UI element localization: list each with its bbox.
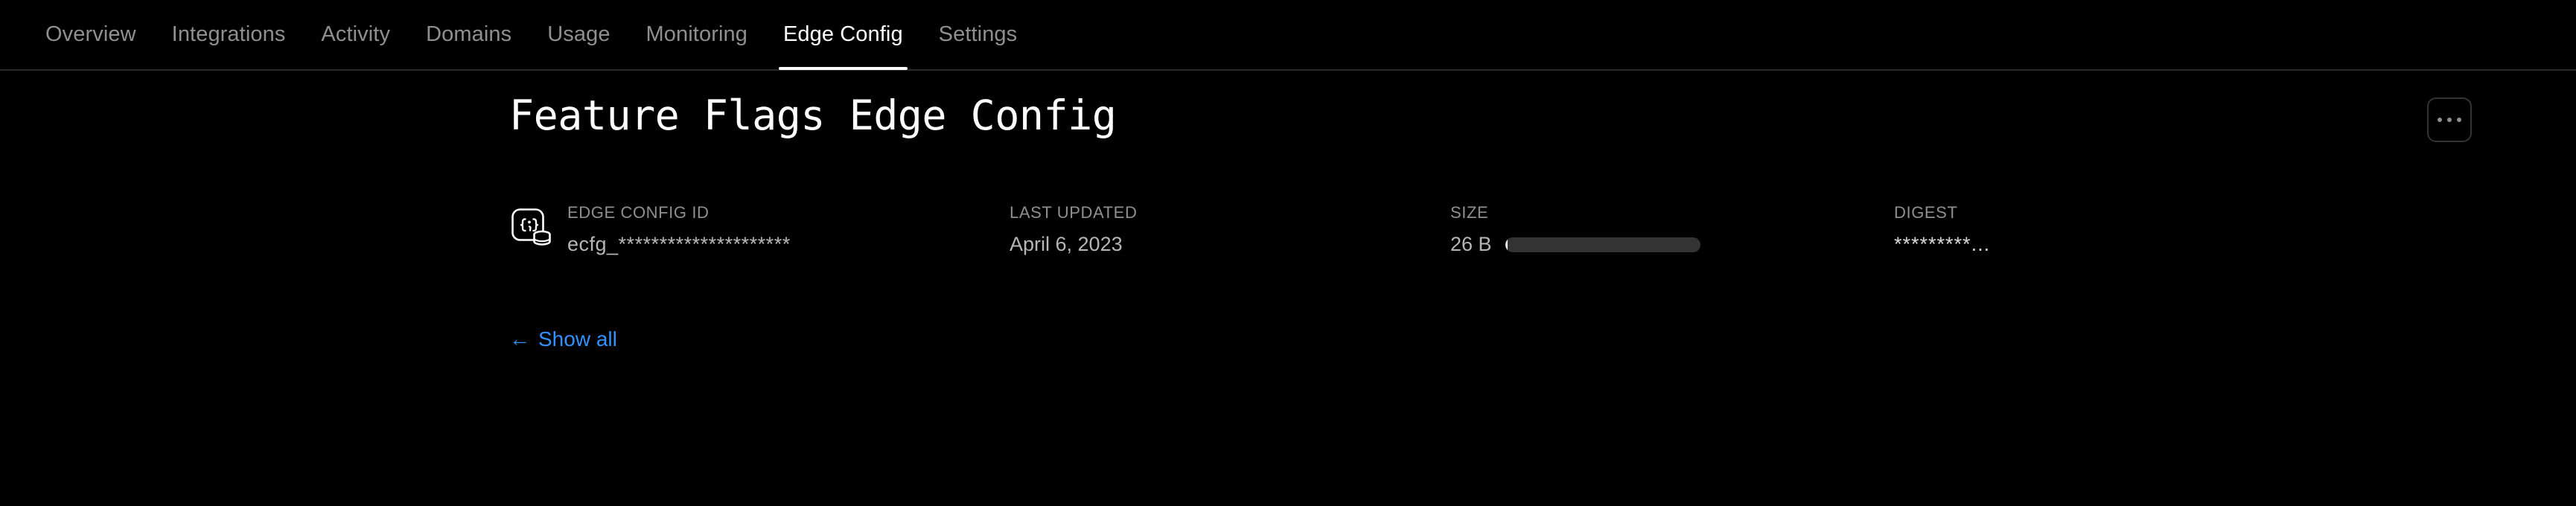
size-progress-fill [1505, 237, 1508, 252]
nav-tab-label: Integrations [171, 22, 286, 46]
ellipsis-icon [2438, 118, 2442, 122]
meta-size: SIZE 26 B [1450, 205, 1894, 254]
edge-config-detail-page: Feature Flags Edge Config EDGE CONFIG ID… [0, 71, 2576, 350]
meta-value-digest: *********... [1894, 233, 1991, 255]
meta-digest: DIGEST *********... [1894, 205, 2266, 254]
size-usage-row: 26 B [1450, 234, 1700, 254]
edge-config-metadata: EDGE CONFIG ID ecfg_********************… [509, 205, 2472, 254]
meta-value-edge-config-id: ecfg_********************* [567, 233, 791, 255]
nav-tab-monitoring[interactable]: Monitoring [628, 0, 765, 70]
page-title: Feature Flags Edge Config [509, 92, 1117, 139]
nav-tab-activity[interactable]: Activity [303, 0, 408, 70]
page-header: Feature Flags Edge Config [509, 71, 2472, 160]
meta-last-updated: LAST UPDATED April 6, 2023 [1010, 205, 1450, 254]
meta-value-size: 26 B [1450, 233, 1492, 255]
meta-value-last-updated: April 6, 2023 [1010, 233, 1123, 255]
nav-tab-integrations[interactable]: Integrations [154, 0, 304, 70]
meta-text-block: SIZE 26 B [1450, 205, 1700, 254]
nav-tab-label: Domains [426, 22, 512, 46]
nav-tab-label: Usage [547, 22, 610, 46]
meta-text-block: LAST UPDATED April 6, 2023 [1010, 205, 1137, 254]
nav-tab-settings[interactable]: Settings [921, 0, 1036, 70]
ellipsis-icon [2447, 118, 2452, 122]
meta-label-digest: DIGEST [1894, 203, 1958, 222]
meta-edge-config-id: EDGE CONFIG ID ecfg_********************… [509, 205, 1010, 254]
size-progress-bar [1505, 237, 1700, 252]
show-all-label: Show all [538, 327, 617, 350]
arrow-left-icon: ← [509, 327, 530, 350]
nav-tab-list: Overview Integrations Activity Domains U… [28, 0, 1035, 70]
meta-text-block: DIGEST *********... [1894, 205, 1990, 254]
meta-label-size: SIZE [1450, 203, 1489, 222]
nav-tab-usage[interactable]: Usage [529, 0, 628, 70]
nav-tab-overview[interactable]: Overview [28, 0, 154, 70]
footer-actions: ← Show all [509, 329, 2472, 350]
more-options-button[interactable] [2427, 97, 2472, 142]
show-all-link[interactable]: ← Show all [509, 329, 617, 350]
nav-tab-label: Edge Config [782, 22, 903, 46]
nav-tab-label: Monitoring [645, 22, 747, 46]
edge-config-icon [509, 206, 554, 251]
nav-tab-label: Settings [938, 22, 1018, 46]
ellipsis-icon [2457, 118, 2461, 122]
meta-label-edge-config-id: EDGE CONFIG ID [567, 203, 710, 222]
project-nav: Overview Integrations Activity Domains U… [0, 0, 2576, 71]
nav-tab-edge-config[interactable]: Edge Config [765, 0, 921, 70]
meta-text-block: EDGE CONFIG ID ecfg_********************… [567, 205, 791, 254]
nav-tab-label: Activity [321, 22, 391, 46]
nav-tab-label: Overview [45, 22, 136, 46]
nav-tab-domains[interactable]: Domains [408, 0, 529, 70]
meta-label-last-updated: LAST UPDATED [1010, 203, 1138, 222]
